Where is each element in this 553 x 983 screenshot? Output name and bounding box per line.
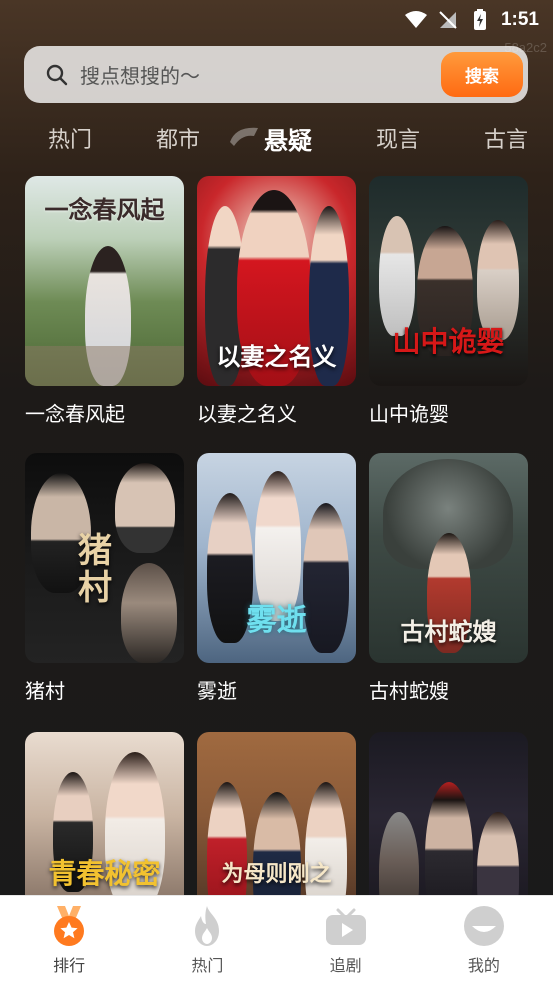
tab-hot[interactable]: 热门 — [38, 116, 102, 160]
drama-poster[interactable]: 一念春风起 — [25, 176, 184, 386]
rank-medal-icon — [47, 904, 91, 948]
drama-card[interactable]: 青春秘密 — [25, 732, 184, 896]
flame-icon — [185, 904, 229, 948]
poster-title: 雾逝 — [246, 603, 307, 638]
drama-poster[interactable]: 为母则刚之 — [197, 732, 356, 896]
nav-hot-label: 热门 — [191, 956, 224, 975]
nav-follow[interactable]: 追剧 — [277, 896, 415, 983]
drama-title: 以妻之名义 — [197, 402, 297, 426]
drama-poster[interactable]: 古村蛇嫂 — [369, 453, 528, 663]
drama-card[interactable]: 以妻之名义 以妻之名义 — [197, 176, 356, 427]
poster-title: 一念春风起 — [44, 195, 165, 224]
tab-active-brush-icon — [228, 122, 262, 148]
drama-poster[interactable]: 山中诡婴 — [369, 176, 528, 386]
tab-ancient-romance[interactable]: 古言 — [474, 116, 538, 160]
drama-card[interactable]: 为母则刚之 — [197, 732, 356, 896]
poster-title: 为母则刚之 — [221, 861, 332, 887]
tab-suspense[interactable]: 悬疑 — [230, 116, 320, 160]
status-bar: 1:51 — [0, 0, 553, 40]
drama-card[interactable]: 猪村 猪村 — [25, 453, 184, 704]
poster-title: 山中诡婴 — [392, 325, 505, 358]
drama-poster[interactable]: 以妻之名义 — [197, 176, 356, 386]
nav-profile[interactable]: 我的 — [415, 896, 553, 983]
drama-poster[interactable]: 青春秘密 — [25, 732, 184, 896]
drama-title: 山中诡婴 — [369, 402, 449, 426]
tv-play-icon — [324, 904, 368, 948]
tab-suspense-label: 悬疑 — [264, 126, 312, 155]
drama-card[interactable]: 雾逝 雾逝 — [197, 453, 356, 704]
search-button[interactable]: 搜索 — [441, 52, 523, 97]
drama-title: 古村蛇嫂 — [369, 679, 449, 703]
poster-title: 猪村 — [78, 531, 112, 609]
drama-grid: 一念春风起 一念春风起 以妻之名义 以妻之名义 山中诡婴 山中诡婴 猪村 猪村 — [0, 176, 553, 896]
nav-hot[interactable]: 热门 — [138, 896, 276, 983]
nav-rank-label: 排行 — [53, 956, 86, 975]
status-time: 1:51 — [500, 9, 539, 30]
nav-profile-label: 我的 — [467, 956, 500, 975]
battery-charging-icon — [469, 9, 491, 31]
drama-title: 一念春风起 — [25, 402, 125, 426]
poster-title: 以妻之名义 — [216, 342, 337, 371]
wifi-icon — [404, 9, 427, 31]
search-icon — [46, 64, 68, 86]
drama-card[interactable] — [369, 732, 528, 896]
drama-card[interactable]: 古村蛇嫂 古村蛇嫂 — [369, 453, 528, 704]
bottom-nav: 排行 热门 追剧 我的 — [0, 895, 553, 983]
drama-poster[interactable]: 雾逝 — [197, 453, 356, 663]
drama-title: 雾逝 — [197, 679, 237, 703]
search-bar[interactable]: 搜点想搜的～ 搜索 — [24, 46, 528, 103]
tab-modern-romance[interactable]: 现言 — [366, 116, 430, 160]
category-tabs: 热门 都市 悬疑 现言 古言 — [0, 116, 553, 160]
drama-poster[interactable] — [369, 732, 528, 896]
drama-title: 猪村 — [25, 679, 65, 703]
drama-card[interactable]: 山中诡婴 山中诡婴 — [369, 176, 528, 427]
poster-title: 青春秘密 — [48, 857, 161, 890]
nav-rank[interactable]: 排行 — [0, 896, 138, 983]
tab-city[interactable]: 都市 — [146, 116, 210, 160]
poster-title: 古村蛇嫂 — [400, 617, 497, 646]
profile-icon — [462, 904, 506, 948]
nav-follow-label: 追剧 — [329, 956, 362, 975]
drama-card[interactable]: 一念春风起 一念春风起 — [25, 176, 184, 427]
drama-poster[interactable]: 猪村 — [25, 453, 184, 663]
no-signal-icon — [437, 9, 459, 31]
